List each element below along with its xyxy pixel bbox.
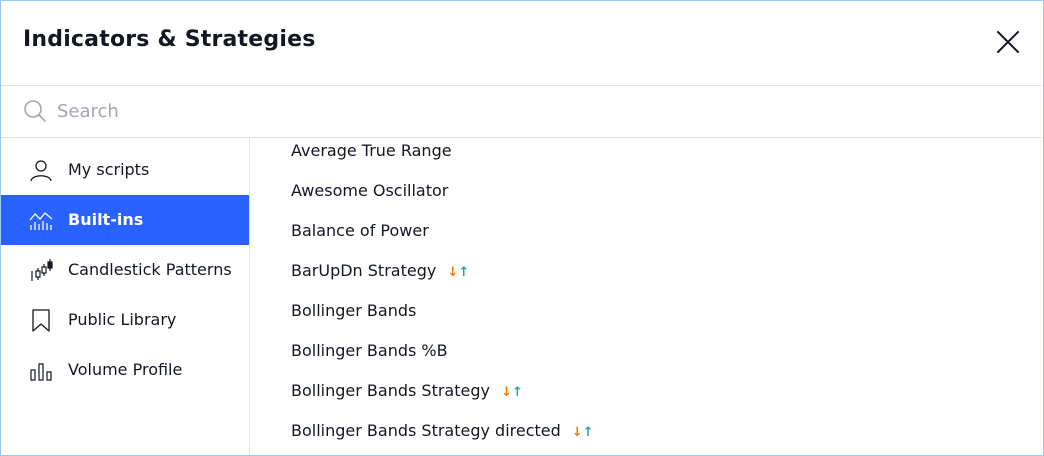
list-item-label: Bollinger Bands Strategy directed bbox=[291, 421, 561, 440]
dialog-title: Indicators & Strategies bbox=[23, 27, 316, 52]
list-item-label: Bollinger Bands %B bbox=[291, 341, 448, 360]
sidebar-item-public-library[interactable]: Public Library bbox=[1, 295, 249, 345]
indicator-list: Average True Range Awesome Oscillator Ba… bbox=[251, 138, 1043, 455]
list-item-label: BarUpDn Strategy bbox=[291, 261, 437, 280]
close-icon[interactable] bbox=[995, 29, 1021, 55]
candlestick-icon bbox=[31, 259, 53, 281]
list-item-label: Balance of Power bbox=[291, 221, 429, 240]
strategy-arrows-icon: ↓↑ bbox=[571, 425, 594, 440]
chart-line-icon bbox=[29, 212, 53, 230]
sidebar-item-my-scripts[interactable]: My scripts bbox=[1, 145, 249, 195]
sidebar-item-label: Public Library bbox=[68, 310, 177, 329]
volume-bars-icon bbox=[30, 363, 52, 381]
list-item-label: Awesome Oscillator bbox=[291, 181, 449, 200]
sidebar-item-candlestick-patterns[interactable]: Candlestick Patterns bbox=[1, 245, 249, 295]
sidebar-item-built-ins[interactable]: Built-ins bbox=[1, 195, 249, 245]
list-item-label: Bollinger Bands Strategy bbox=[291, 381, 490, 400]
list-item[interactable]: Bollinger Bands %B bbox=[291, 341, 991, 381]
person-icon bbox=[30, 160, 52, 182]
list-item[interactable]: Bollinger Bands Strategy directed ↓↑ bbox=[291, 421, 991, 455]
search-icon bbox=[24, 100, 46, 122]
sidebar-item-label: Built-ins bbox=[68, 210, 144, 229]
indicators-dialog: Indicators & Strategies My scripts bbox=[0, 0, 1044, 456]
list-item-label: Average True Range bbox=[291, 141, 452, 160]
bookmark-icon bbox=[32, 309, 50, 332]
search-bar bbox=[1, 86, 1043, 138]
list-item[interactable]: Average True Range bbox=[291, 141, 991, 181]
search-input[interactable] bbox=[57, 96, 657, 126]
list-item[interactable]: Bollinger Bands Strategy ↓↑ bbox=[291, 381, 991, 421]
sidebar-item-label: Candlestick Patterns bbox=[68, 260, 232, 279]
list-item[interactable]: BarUpDn Strategy ↓↑ bbox=[291, 261, 991, 301]
list-item[interactable]: Balance of Power bbox=[291, 221, 991, 261]
list-item-label: Bollinger Bands bbox=[291, 301, 417, 320]
strategy-arrows-icon: ↓↑ bbox=[447, 265, 470, 280]
strategy-arrows-icon: ↓↑ bbox=[501, 385, 523, 400]
sidebar-item-volume-profile[interactable]: Volume Profile bbox=[1, 345, 249, 395]
close-button[interactable] bbox=[995, 29, 1021, 55]
sidebar: My scripts Built-ins Candlestick Pattern… bbox=[1, 138, 250, 455]
sidebar-item-label: Volume Profile bbox=[68, 360, 183, 379]
list-item[interactable]: Awesome Oscillator bbox=[291, 181, 991, 221]
list-item[interactable]: Bollinger Bands bbox=[291, 301, 991, 341]
dialog-header: Indicators & Strategies bbox=[1, 1, 1043, 86]
sidebar-item-label: My scripts bbox=[68, 160, 150, 179]
